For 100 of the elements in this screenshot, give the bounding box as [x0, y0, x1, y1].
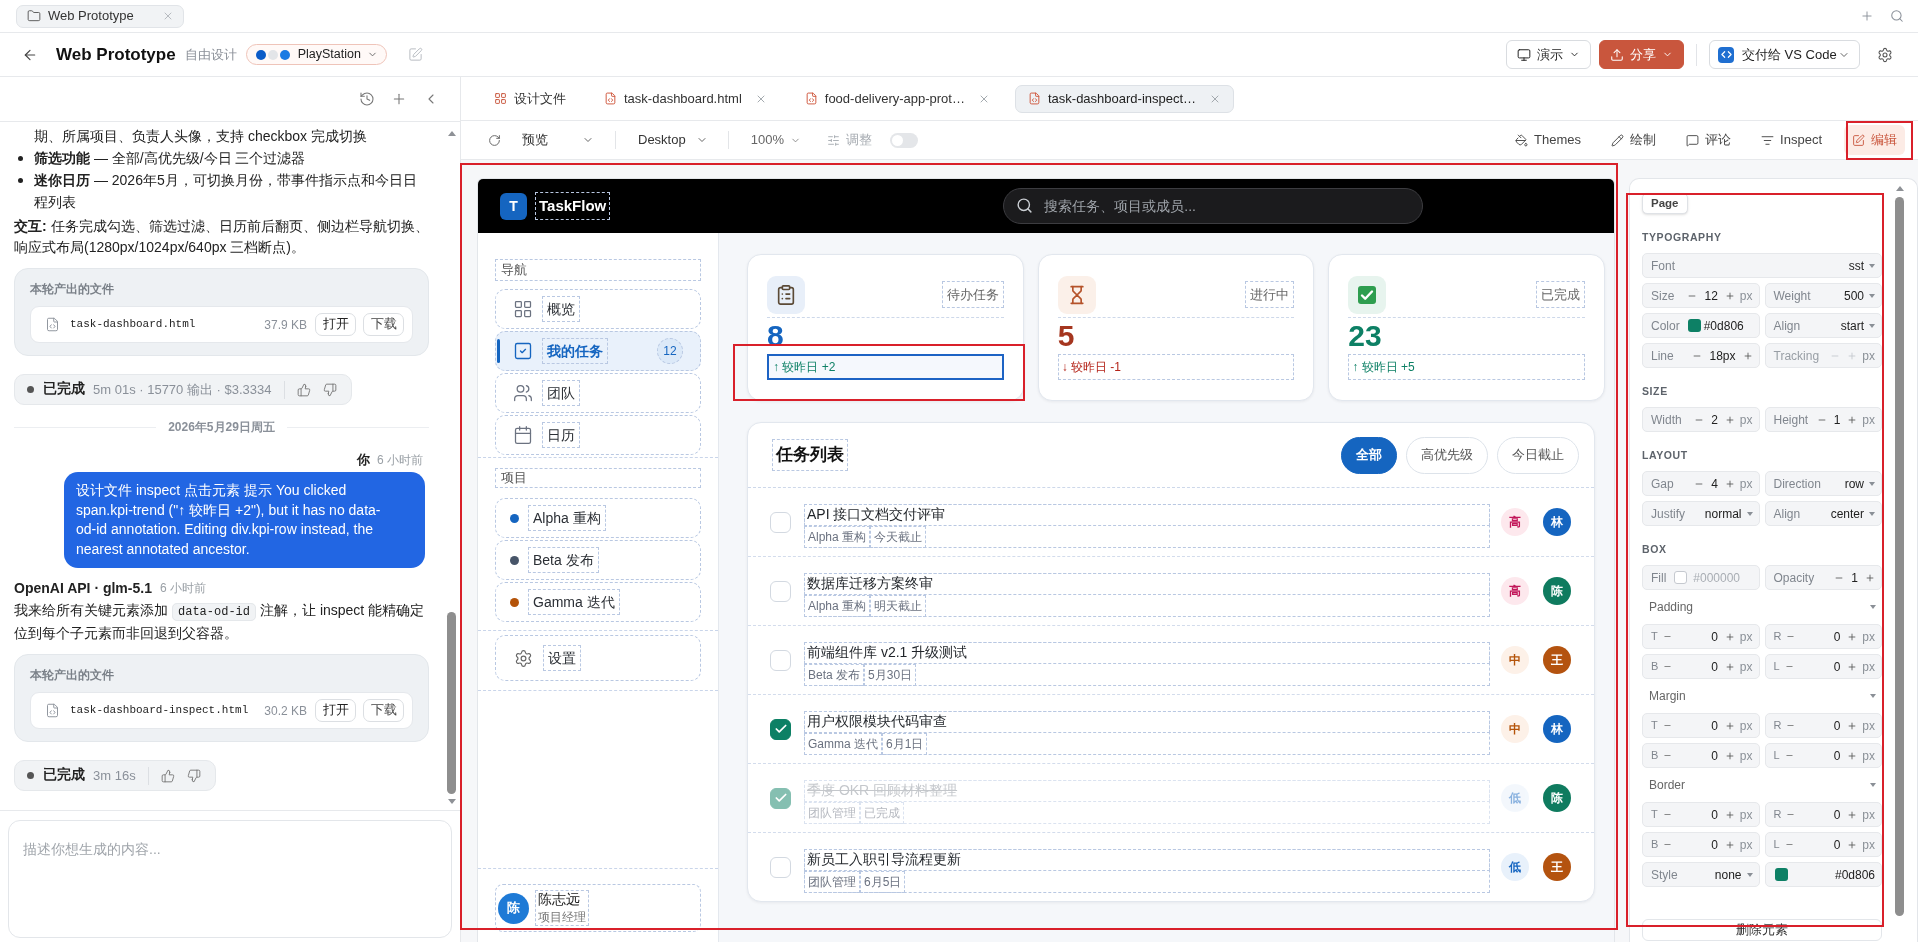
plus-icon[interactable]: [1847, 750, 1858, 761]
select-field[interactable]: Direction row: [1764, 471, 1882, 496]
scroll-up-icon[interactable]: [447, 131, 456, 136]
color-field[interactable]: #0d806: [1764, 862, 1882, 887]
scroll-up-icon[interactable]: [1895, 186, 1904, 191]
plus-icon[interactable]: [1724, 809, 1735, 820]
caret-icon[interactable]: [1870, 783, 1876, 787]
plus-icon[interactable]: [1847, 809, 1858, 820]
plus-icon[interactable]: [1860, 9, 1874, 23]
filter-tab[interactable]: 高优先级: [1406, 436, 1488, 474]
file-tab[interactable]: task-dashboard-inspect…: [1014, 84, 1235, 113]
app-logo[interactable]: T: [500, 192, 527, 220]
number-field[interactable]: B 0 px: [1642, 654, 1760, 679]
number-field[interactable]: Gap 4 px: [1642, 471, 1760, 496]
comment-button[interactable]: 评论: [1678, 125, 1740, 155]
project-item[interactable]: Alpha 重构: [495, 498, 701, 538]
select-field[interactable]: Font sst: [1642, 253, 1882, 278]
scrollbar-thumb[interactable]: [1895, 197, 1904, 916]
number-field[interactable]: L 0 px: [1764, 743, 1882, 768]
number-field[interactable]: Size 12 px: [1642, 283, 1760, 308]
themes-button[interactable]: Themes: [1507, 125, 1590, 155]
search-field[interactable]: 搜索任务、项目或成员...: [1003, 188, 1424, 224]
plus-icon[interactable]: [1847, 661, 1858, 672]
color-swatch-icon[interactable]: [1774, 868, 1788, 881]
file-tab[interactable]: 设计文件: [481, 84, 579, 113]
download-button[interactable]: 下载: [363, 699, 404, 722]
number-field[interactable]: L 0 px: [1764, 654, 1882, 679]
thumbs-up-icon[interactable]: [296, 382, 311, 397]
number-field[interactable]: Height 1 px: [1764, 407, 1882, 432]
number-field[interactable]: T 0 px: [1642, 624, 1760, 649]
select-field[interactable]: Justify normal: [1642, 501, 1760, 526]
color-swatch-icon[interactable]: [1687, 319, 1701, 332]
plus-icon[interactable]: [1724, 631, 1735, 642]
edit-icon[interactable]: [407, 47, 423, 62]
refresh-icon[interactable]: [488, 133, 501, 147]
plus-icon[interactable]: [1724, 290, 1735, 301]
task-checkbox[interactable]: [770, 718, 791, 740]
scrollbar-thumb[interactable]: [447, 612, 456, 794]
draw-button[interactable]: 绘制: [1603, 125, 1665, 155]
number-field[interactable]: T 0 px: [1642, 713, 1760, 738]
prompt-input[interactable]: 描述你想生成的内容...: [8, 820, 452, 938]
plus-icon[interactable]: [1847, 414, 1858, 425]
number-field[interactable]: L 0 px: [1764, 832, 1882, 857]
filter-tab[interactable]: 今日截止: [1497, 436, 1579, 474]
edit-button[interactable]: 编辑: [1844, 125, 1905, 155]
plus-icon[interactable]: [1742, 350, 1753, 361]
caret-icon[interactable]: [1870, 694, 1876, 698]
plus-icon[interactable]: [1724, 750, 1735, 761]
present-button[interactable]: 演示: [1506, 40, 1591, 69]
number-field[interactable]: Width 2 px: [1642, 407, 1760, 432]
plus-icon[interactable]: [1724, 661, 1735, 672]
file-tab[interactable]: task-dashboard.html: [591, 84, 780, 113]
plus-icon[interactable]: [1724, 414, 1735, 425]
browser-tab[interactable]: Web Prototype: [16, 4, 184, 28]
open-button[interactable]: 打开: [315, 699, 356, 722]
close-icon[interactable]: [162, 10, 174, 22]
plus-icon[interactable]: [1724, 720, 1735, 731]
history-icon[interactable]: [359, 91, 375, 107]
fill-checkbox[interactable]: [1674, 571, 1688, 584]
scroll-down-icon[interactable]: [447, 799, 456, 804]
plus-icon[interactable]: [1847, 720, 1858, 731]
thumbs-down-icon[interactable]: [322, 382, 337, 397]
nav-item[interactable]: 概览: [495, 289, 701, 329]
project-item[interactable]: Gamma 迭代: [495, 582, 701, 622]
open-button[interactable]: 打开: [315, 313, 356, 336]
number-field[interactable]: B 0 px: [1642, 743, 1760, 768]
settings-item[interactable]: 设置: [495, 635, 701, 681]
download-button[interactable]: 下载: [363, 313, 404, 336]
settings-icon[interactable]: [1877, 46, 1893, 63]
theme-selector[interactable]: PlayStation: [245, 44, 387, 65]
number-field[interactable]: R 0 px: [1764, 802, 1882, 827]
number-field[interactable]: Line 18px: [1642, 343, 1760, 368]
device-select[interactable]: Desktop: [630, 127, 716, 153]
plus-icon[interactable]: [1865, 572, 1875, 583]
share-button[interactable]: 分享: [1599, 40, 1684, 69]
file-tab[interactable]: food-delivery-app-prot…: [791, 84, 1003, 113]
number-field[interactable]: Opacity 1: [1764, 565, 1882, 590]
plus-icon[interactable]: [391, 91, 407, 107]
number-field[interactable]: R 0 px: [1764, 713, 1882, 738]
plus-icon[interactable]: [1847, 631, 1858, 642]
number-field[interactable]: R 0 px: [1764, 624, 1882, 649]
inspect-button[interactable]: Inspect: [1753, 125, 1830, 155]
zoom-select[interactable]: 100%: [742, 127, 809, 153]
scope-button[interactable]: Page: [1642, 193, 1688, 214]
select-field[interactable]: Align start: [1764, 313, 1882, 338]
plus-icon[interactable]: [1847, 839, 1858, 850]
mode-select[interactable]: 预览: [513, 127, 603, 153]
thumbs-down-icon[interactable]: [186, 768, 201, 783]
handoff-select[interactable]: 交付给 VS Code: [1709, 40, 1860, 69]
caret-icon[interactable]: [1870, 605, 1876, 609]
nav-item[interactable]: 我的任务 12: [495, 331, 701, 371]
user-card[interactable]: 陈 陈志远 项目经理: [495, 884, 701, 932]
plus-icon[interactable]: [1724, 839, 1735, 850]
number-field[interactable]: B 0 px: [1642, 832, 1760, 857]
select-field[interactable]: Weight 500: [1764, 283, 1882, 308]
nav-item[interactable]: 团队: [495, 373, 701, 413]
search-icon[interactable]: [1890, 9, 1904, 23]
select-field[interactable]: Align center: [1764, 501, 1882, 526]
thumbs-up-icon[interactable]: [160, 768, 175, 783]
project-item[interactable]: Beta 发布: [495, 540, 701, 580]
